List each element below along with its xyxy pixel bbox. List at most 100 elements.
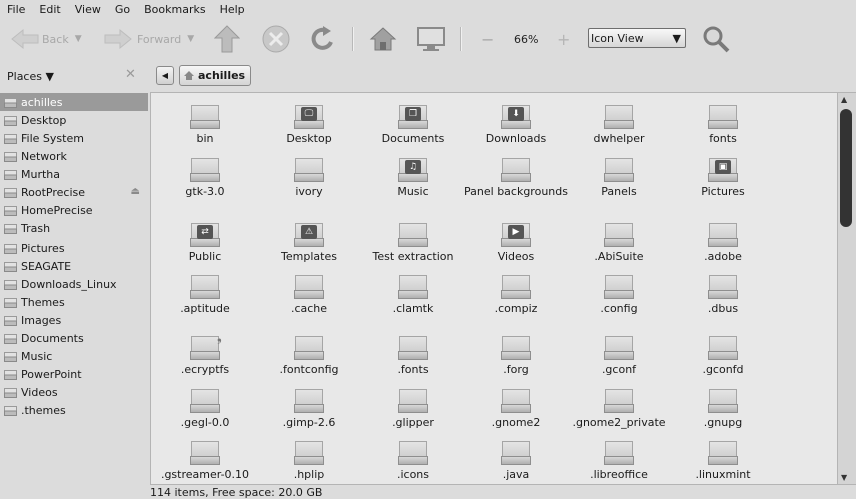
scroll-up-icon[interactable]: ▲ (841, 95, 847, 104)
sidebar-item[interactable]: Murtha (0, 165, 148, 183)
vertical-scrollbar[interactable]: ▲ ▼ (838, 92, 856, 485)
places-dropdown[interactable]: Places ▼ (7, 70, 54, 83)
file-item[interactable]: .gnupg (673, 386, 773, 436)
back-button[interactable]: Back ▼ (10, 19, 82, 59)
file-item[interactable]: Test extraction (363, 220, 463, 270)
file-item[interactable]: fonts (673, 102, 773, 152)
home-button[interactable] (369, 19, 397, 59)
file-item[interactable]: .glipper (363, 386, 463, 436)
file-item[interactable]: .gconf (569, 333, 669, 383)
file-item[interactable]: .icons (363, 438, 463, 484)
sidebar-item[interactable]: Music (0, 347, 148, 365)
file-item[interactable]: .AbiSuite (569, 220, 669, 270)
view-mode-select[interactable]: Icon View ▼ (588, 28, 686, 48)
computer-button[interactable] (416, 19, 446, 59)
file-item[interactable]: ▶ Videos (466, 220, 566, 270)
stop-button[interactable] (261, 19, 291, 59)
menu-help[interactable]: Help (213, 3, 252, 16)
file-item[interactable]: .clamtk (363, 272, 463, 322)
drive-icon (4, 205, 17, 216)
zoom-out-button[interactable]: − (481, 19, 494, 59)
menu-go[interactable]: Go (108, 3, 137, 16)
file-item[interactable]: .java (466, 438, 566, 484)
close-icon[interactable]: ✕ (125, 67, 136, 82)
scroll-down-icon[interactable]: ▼ (841, 473, 847, 482)
status-text: 114 items, Free space: 20.0 GB (150, 486, 323, 499)
folder-icon (501, 336, 531, 360)
sidebar-item[interactable]: Videos (0, 383, 148, 401)
file-name: .fonts (397, 363, 429, 376)
sidebar-item[interactable]: Pictures (0, 239, 148, 257)
file-item[interactable]: .gegl-0.0 (155, 386, 255, 436)
file-item[interactable]: .hplip (259, 438, 359, 484)
breadcrumb-home[interactable]: achilles (179, 65, 252, 86)
file-item[interactable]: .forg (466, 333, 566, 383)
file-item[interactable]: ivory (259, 155, 359, 205)
sidebar-item[interactable]: RootPrecise ⏏ (0, 183, 148, 201)
folder-icon (398, 441, 428, 465)
file-item[interactable]: .compiz (466, 272, 566, 322)
zoom-in-button[interactable]: + (557, 19, 570, 59)
file-name: .gimp-2.6 (282, 416, 336, 429)
path-back-button[interactable]: ◀ (156, 66, 174, 85)
eject-icon[interactable]: ⏏ (131, 186, 140, 197)
file-item[interactable]: .fonts (363, 333, 463, 383)
file-item[interactable]: dwhelper (569, 102, 669, 152)
sidebar-item[interactable]: Network (0, 147, 148, 165)
sidebar-item[interactable]: SEAGATE (0, 257, 148, 275)
file-name: .compiz (494, 302, 538, 315)
file-item[interactable]: .gnome2 (466, 386, 566, 436)
file-item[interactable]: ▣ Pictures (673, 155, 773, 205)
file-item[interactable]: bin (155, 102, 255, 152)
sidebar-item[interactable]: Trash (0, 219, 148, 237)
back-dropdown-icon[interactable]: ▼ (75, 34, 82, 44)
file-item[interactable]: ⇄ Public (155, 220, 255, 270)
file-item[interactable]: Panel backgrounds (464, 155, 568, 205)
folder-icon (398, 389, 428, 413)
file-item[interactable]: Panels (569, 155, 669, 205)
file-item[interactable]: .libreoffice (569, 438, 669, 484)
sidebar-item[interactable]: File System (0, 129, 148, 147)
file-item[interactable]: .cache (259, 272, 359, 322)
file-item[interactable]: 🖵 Desktop (259, 102, 359, 152)
file-item[interactable]: ♫ Music (363, 155, 463, 205)
sidebar-item[interactable]: Documents (0, 329, 148, 347)
menu-file[interactable]: File (0, 3, 32, 16)
menu-view[interactable]: View (68, 3, 108, 16)
file-name: .cache (290, 302, 328, 315)
file-item[interactable]: .linuxmint (673, 438, 773, 484)
file-item[interactable]: .gconfd (673, 333, 773, 383)
forward-dropdown-icon[interactable]: ▼ (187, 34, 194, 44)
file-name: Test extraction (372, 250, 454, 263)
scroll-thumb[interactable] (840, 109, 852, 227)
sidebar-item[interactable]: achilles (0, 93, 148, 111)
file-item[interactable]: .gstreamer-0.10 (155, 438, 255, 484)
file-item[interactable]: .gnome2_private (569, 386, 669, 436)
sidebar-item[interactable]: PowerPoint (0, 365, 148, 383)
file-item[interactable]: .fontconfig (259, 333, 359, 383)
reload-button[interactable] (309, 19, 337, 59)
sidebar-item[interactable]: Themes (0, 293, 148, 311)
file-item[interactable]: .adobe (673, 220, 773, 270)
sidebar-item[interactable]: Desktop (0, 111, 148, 129)
file-item[interactable]: ❐ Documents (363, 102, 463, 152)
file-item[interactable]: .dbus (673, 272, 773, 322)
up-button[interactable] (214, 19, 240, 59)
file-item[interactable]: ⚠ Templates (259, 220, 359, 270)
search-button[interactable] (701, 19, 731, 59)
file-name: .libreoffice (590, 468, 648, 481)
file-name: .gconfd (702, 363, 744, 376)
file-item[interactable]: .gimp-2.6 (259, 386, 359, 436)
sidebar-item[interactable]: Images (0, 311, 148, 329)
file-item[interactable]: .config (569, 272, 669, 322)
sidebar-item[interactable]: HomePrecise (0, 201, 148, 219)
menu-edit[interactable]: Edit (32, 3, 67, 16)
file-item[interactable]: ⬇ Downloads (466, 102, 566, 152)
file-item[interactable]: ❟ .ecryptfs (155, 330, 255, 383)
sidebar-item[interactable]: Downloads_Linux (0, 275, 148, 293)
file-item[interactable]: gtk-3.0 (155, 155, 255, 205)
sidebar-item[interactable]: .themes (0, 401, 148, 419)
forward-button[interactable]: Forward ▼ (103, 19, 194, 59)
file-item[interactable]: .aptitude (155, 272, 255, 322)
menu-bookmarks[interactable]: Bookmarks (137, 3, 212, 16)
